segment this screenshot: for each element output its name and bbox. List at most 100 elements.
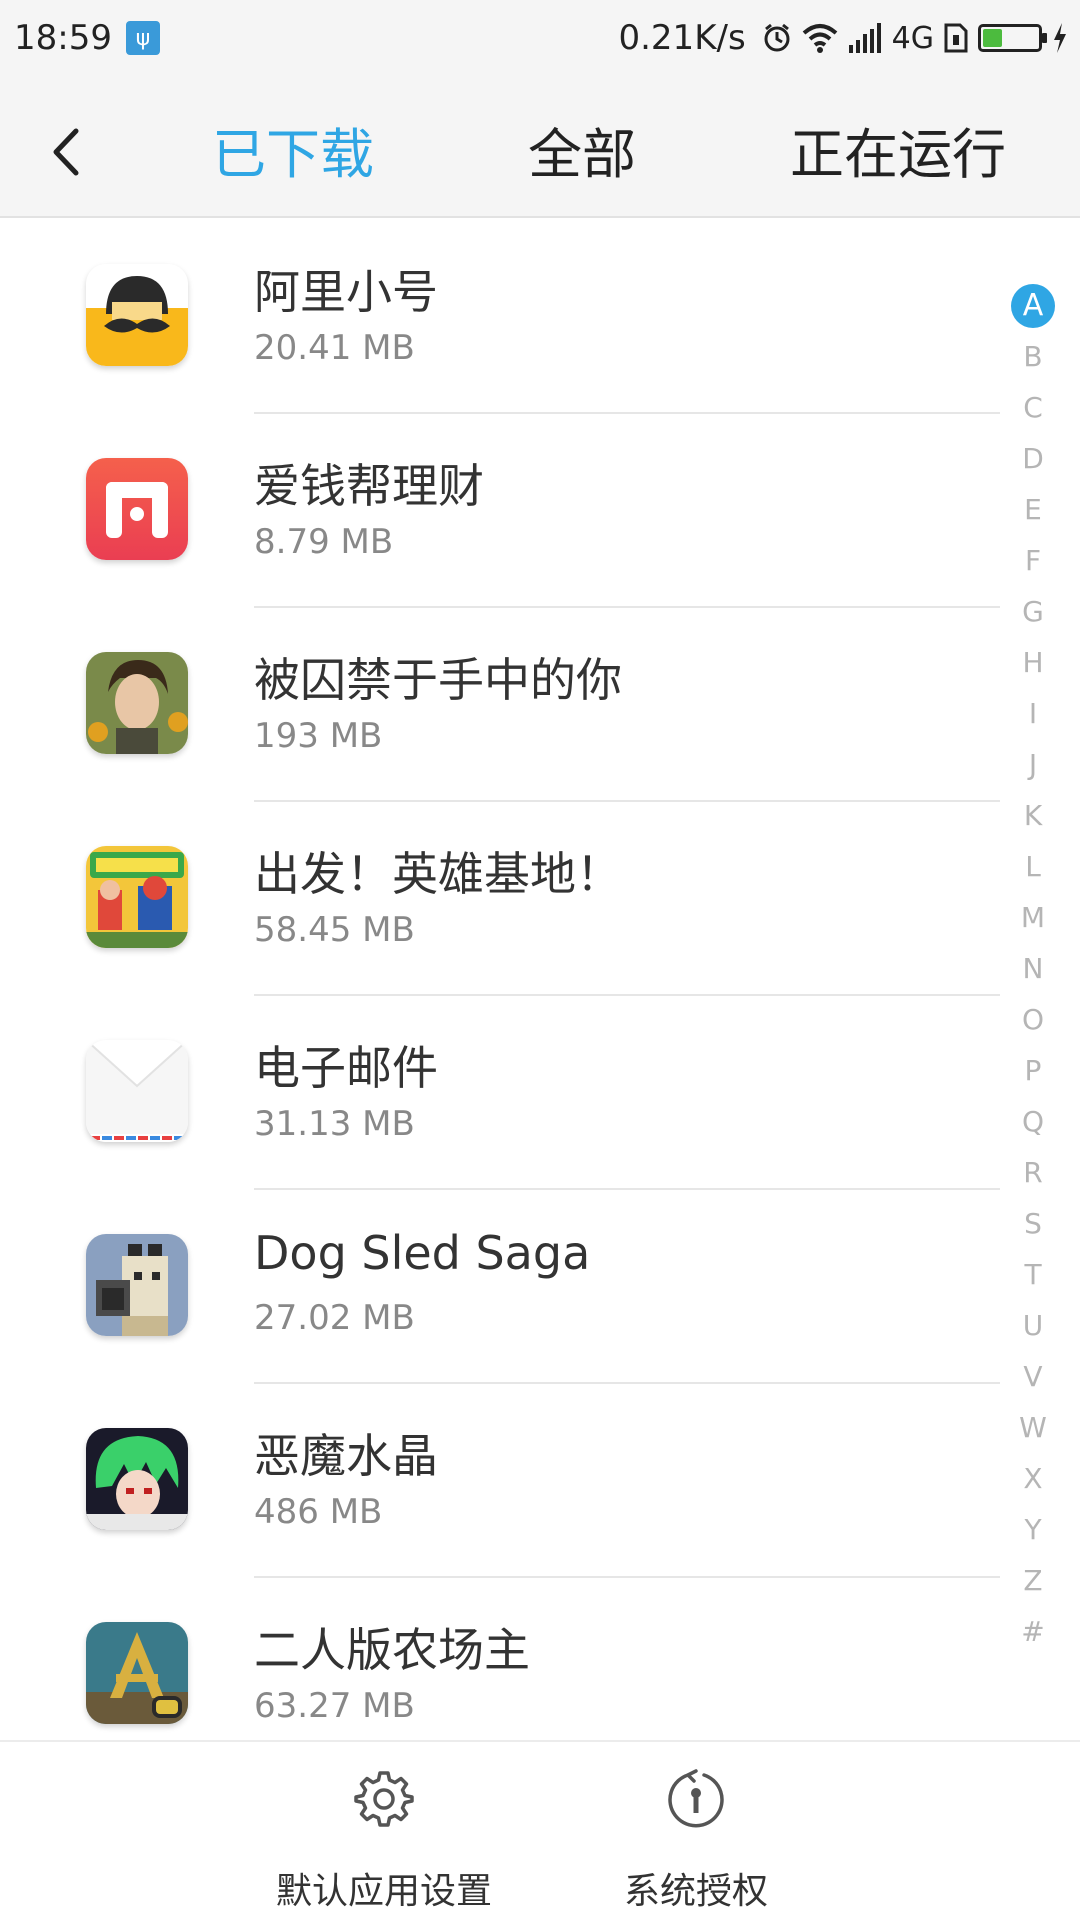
tab-running[interactable]: 正在运行 xyxy=(790,110,1006,189)
list-item[interactable]: 恶魔水晶 486 MB xyxy=(0,1384,1000,1578)
alpha-letter-text: P xyxy=(1024,1054,1042,1087)
app-size: 20.41 MB xyxy=(254,328,415,368)
list-item[interactable]: 电子邮件 31.13 MB xyxy=(0,996,1000,1190)
alpha-letter-text: F xyxy=(1024,544,1042,577)
app-size: 193 MB xyxy=(254,716,383,756)
alpha-letter-text: E xyxy=(1024,493,1042,526)
mustache-face-icon xyxy=(86,264,188,366)
green-hair-character-icon xyxy=(86,1428,188,1530)
alpha-letter-text: J xyxy=(1028,748,1038,781)
app-name: 恶魔水晶 xyxy=(254,1429,438,1483)
alpha-letter[interactable]: O xyxy=(1010,994,1056,1045)
alpha-letter[interactable]: V xyxy=(1010,1351,1056,1402)
system-permissions-label: 系统授权 xyxy=(623,1871,768,1912)
charging-icon xyxy=(1052,23,1068,53)
alpha-letter[interactable]: U xyxy=(1010,1300,1056,1351)
chevron-left-icon xyxy=(53,128,79,176)
bottom-bar: 默认应用设置 系统授权 xyxy=(0,1740,1080,1922)
back-button[interactable] xyxy=(50,112,100,192)
default-apps-button[interactable]: 默认应用设置 xyxy=(254,1766,514,1914)
envelope-icon xyxy=(86,1040,188,1142)
gear-icon xyxy=(354,1771,414,1827)
alpha-letter-text: X xyxy=(1023,1462,1043,1495)
usb-icon: ψ xyxy=(125,21,160,55)
alpha-letter[interactable]: N xyxy=(1010,943,1056,994)
alpha-letter[interactable]: E xyxy=(1010,484,1056,535)
battery-icon xyxy=(978,24,1047,52)
list-item[interactable]: 出发！英雄基地！ 58.45 MB xyxy=(0,802,1000,996)
alpha-letter[interactable]: C xyxy=(1010,382,1056,433)
alpha-letter-text: Z xyxy=(1023,1564,1043,1597)
alpha-letter-text: I xyxy=(1028,697,1038,730)
alpha-letter[interactable]: G xyxy=(1010,586,1056,637)
alpha-letter[interactable]: F xyxy=(1010,535,1056,586)
alpha-letter-text: B xyxy=(1023,340,1043,373)
alpha-letter[interactable]: K xyxy=(1010,790,1056,841)
tab-downloaded[interactable]: 已下载 xyxy=(212,110,374,189)
alpha-letter-text: G xyxy=(1022,595,1044,628)
app-name: 被囚禁于手中的你 xyxy=(254,653,622,707)
alpha-letter-text: C xyxy=(1023,391,1043,424)
list-item[interactable]: 阿里小号 20.41 MB xyxy=(0,220,1000,414)
farm-2p-icon xyxy=(86,1622,188,1724)
alpha-letter-text: M xyxy=(1020,901,1046,934)
alpha-letter[interactable]: P xyxy=(1010,1045,1056,1096)
alpha-letter[interactable]: I xyxy=(1010,688,1056,739)
status-bar: 18:59 ψ 0.21K/s 4G xyxy=(0,0,1080,80)
alpha-letter[interactable]: H xyxy=(1010,637,1056,688)
alpha-letter[interactable]: X xyxy=(1010,1453,1056,1504)
list-item[interactable]: 爱钱帮理财 8.79 MB xyxy=(0,414,1000,608)
app-size: 27.02 MB xyxy=(254,1298,415,1338)
alpha-letter-text: W xyxy=(1019,1411,1047,1444)
app-size: 486 MB xyxy=(254,1492,383,1532)
alpha-letter[interactable]: B xyxy=(1010,331,1056,382)
alpha-letter-text: S xyxy=(1024,1207,1042,1240)
app-name: Dog Sled Saga xyxy=(254,1226,591,1280)
wifi-icon xyxy=(802,23,838,53)
battery-level xyxy=(983,29,1002,47)
app-name: 二人版农场主 xyxy=(254,1623,530,1677)
app-name: 电子邮件 xyxy=(254,1041,438,1095)
alpha-letter[interactable]: M xyxy=(1010,892,1056,943)
system-permissions-button[interactable]: 系统授权 xyxy=(566,1766,826,1914)
alpha-letter-text: # xyxy=(1021,1615,1045,1648)
alpha-letter-text: L xyxy=(1025,850,1041,883)
tab-all[interactable]: 全部 xyxy=(528,110,636,189)
alpha-letter[interactable]: D xyxy=(1010,433,1056,484)
alpha-letter-text: U xyxy=(1022,1309,1044,1342)
list-item[interactable]: 被囚禁于手中的你 193 MB xyxy=(0,608,1000,802)
clock: 18:59 xyxy=(14,18,112,58)
list-item[interactable]: Dog Sled Saga 27.02 MB xyxy=(0,1190,1000,1384)
alpha-letter[interactable]: L xyxy=(1010,841,1056,892)
alpha-letter[interactable]: Z xyxy=(1010,1555,1056,1606)
permission-key-icon xyxy=(668,1769,724,1828)
app-size: 63.27 MB xyxy=(254,1686,415,1726)
alpha-letter[interactable]: S xyxy=(1010,1198,1056,1249)
app-name: 出发！英雄基地！ xyxy=(254,847,622,901)
alpha-letter[interactable]: W xyxy=(1010,1402,1056,1453)
alpha-letter[interactable]: Q xyxy=(1010,1096,1056,1147)
alpha-letter-text: H xyxy=(1022,646,1044,679)
alpha-letter-text: D xyxy=(1022,442,1044,475)
alphabet-index[interactable]: A B C D E F G H I J K L M N O P Q R S T U V W X Y Z # xyxy=(1010,280,1056,1657)
alpha-letter-text: Y xyxy=(1024,1513,1042,1546)
alpha-letter[interactable]: # xyxy=(1010,1606,1056,1657)
app-size: 8.79 MB xyxy=(254,522,394,562)
app-name: 阿里小号 xyxy=(254,265,438,319)
alpha-letter[interactable]: Y xyxy=(1010,1504,1056,1555)
alpha-letter-text: A xyxy=(1011,283,1055,328)
default-apps-label: 默认应用设置 xyxy=(275,1871,492,1912)
alpha-letter-text: K xyxy=(1023,799,1043,832)
app-list: 阿里小号 20.41 MB 爱钱帮理财 8.79 MB 被囚禁于手中的你 193… xyxy=(0,220,1000,1772)
alpha-letter[interactable]: J xyxy=(1010,739,1056,790)
alpha-letter[interactable]: R xyxy=(1010,1147,1056,1198)
alarm-icon xyxy=(762,23,792,53)
alpha-letter-text: O xyxy=(1021,1003,1045,1036)
alpha-letter-text: R xyxy=(1023,1156,1043,1189)
alpha-letter-text: Q xyxy=(1021,1105,1045,1138)
network-type: 4G xyxy=(891,20,934,56)
portrait-icon xyxy=(86,652,188,754)
signal-icon xyxy=(848,23,882,53)
alpha-letter[interactable]: T xyxy=(1010,1249,1056,1300)
alpha-letter[interactable]: A xyxy=(1010,280,1056,331)
